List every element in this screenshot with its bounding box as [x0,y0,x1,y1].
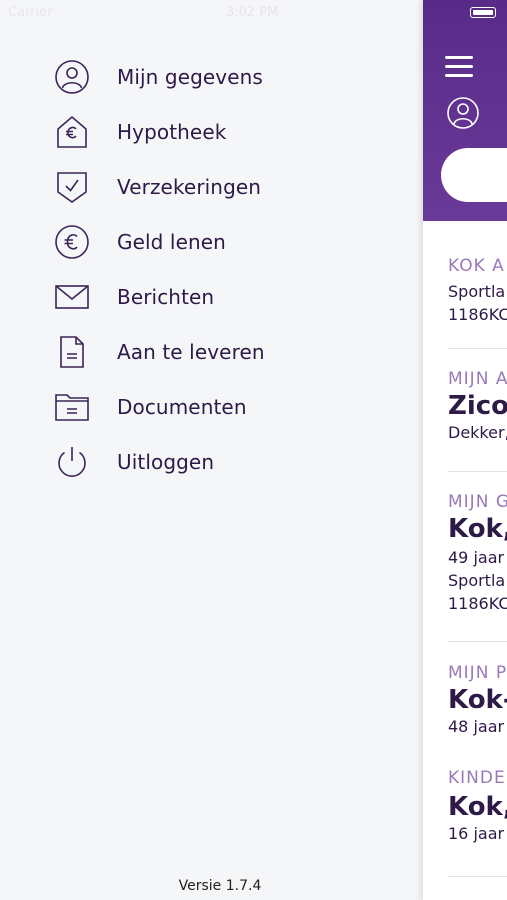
header-bar [423,0,507,221]
divider [448,641,507,642]
user-icon [54,59,90,95]
folder-icon [54,389,90,425]
menu-item-label: Documenten [117,395,247,419]
document-icon [54,334,90,370]
customer-line2: 1186KC [448,594,507,613]
menu-item-label: Uitloggen [117,450,215,474]
menu-item-label: Verzekeringen [117,175,262,199]
advisor-card[interactable]: MIJN A Zico Dekker, [448,369,507,442]
divider [448,471,507,472]
euro-circle-icon [54,224,90,260]
power-icon [54,444,90,480]
partner-heading: MIJN P [448,663,507,683]
menu-item-geld-lenen[interactable]: Geld lenen [54,222,354,262]
address-card[interactable]: KOK A Sportla 1186KC [448,256,507,324]
search-field[interactable] [441,148,507,202]
customer-age: 49 jaar [448,548,505,567]
menu-item-hypotheek[interactable]: Hypotheek [54,112,354,152]
partner-age: 48 jaar [448,717,505,736]
main-screen-panel[interactable]: KOK A Sportla 1186KC MIJN A Zico Dekker,… [423,0,507,900]
menu-item-documenten[interactable]: Documenten [54,387,354,427]
menu-item-uitloggen[interactable]: Uitloggen [54,442,354,482]
menu-item-label: Aan te leveren [117,340,265,364]
child-name: Kok, [448,792,507,822]
customer-line1: Sportla [448,571,506,590]
customer-name: Kok, [448,514,507,544]
status-time: 3:02 PM [226,5,279,20]
advisor-name: Zico [448,391,507,421]
shield-check-icon [54,169,90,205]
divider [448,348,507,349]
children-heading: KINDE [448,768,506,788]
children-card[interactable]: KINDE Kok, 16 jaar - [448,768,507,843]
advisor-heading: MIJN A [448,369,507,389]
app-version: Versie 1.7.4 [178,878,262,894]
child-age: 16 jaar - [448,824,507,843]
menu-item-mijn-gegevens[interactable]: Mijn gegevens [54,57,354,97]
customer-card[interactable]: MIJN G Kok, 49 jaar Sportla 1186KC [448,492,507,613]
status-carrier: Carrier [8,5,53,20]
advisor-detail: Dekker, [448,423,507,442]
menu-item-verzekeringen[interactable]: Verzekeringen [54,167,354,207]
house-euro-icon [54,114,90,150]
partner-card[interactable]: MIJN P Kok- 48 jaar [448,663,507,736]
battery-icon [470,7,496,18]
menu-item-label: Mijn gegevens [117,65,263,89]
partner-name: Kok- [448,685,507,715]
menu-item-label: Berichten [117,285,215,309]
menu-item-aan-te-leveren[interactable]: Aan te leveren [54,332,354,372]
divider [448,876,507,877]
menu-item-berichten[interactable]: Berichten [54,277,354,317]
menu-item-label: Hypotheek [117,120,227,144]
profile-icon[interactable] [446,96,480,130]
address-heading: KOK A [448,256,505,276]
customer-heading: MIJN G [448,492,507,512]
address-line1: Sportla [448,282,506,301]
hamburger-menu-icon[interactable] [445,56,473,78]
envelope-icon [54,279,90,315]
address-line2: 1186KC [448,305,507,324]
menu-item-label: Geld lenen [117,230,226,254]
